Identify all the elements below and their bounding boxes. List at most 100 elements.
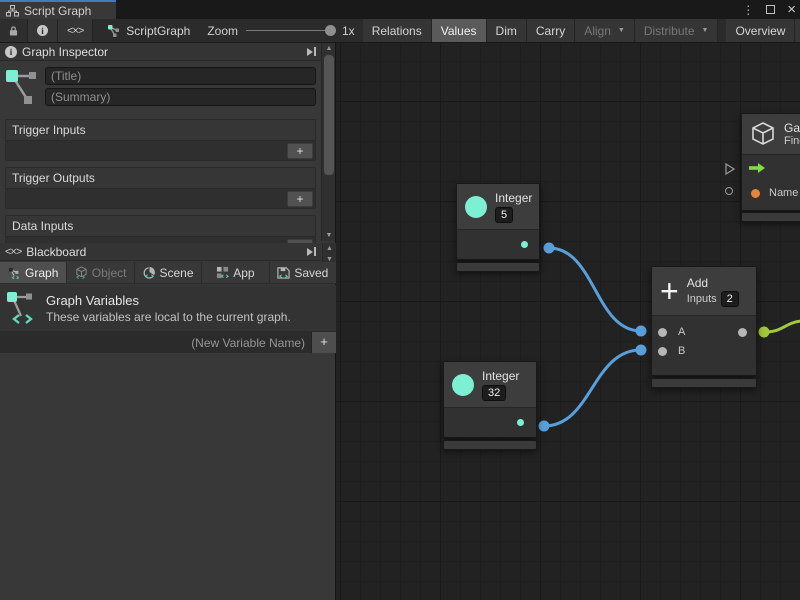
input-port-b[interactable] xyxy=(658,347,667,356)
new-variable-input[interactable] xyxy=(0,332,311,353)
wire-endpoint[interactable] xyxy=(636,345,647,356)
output-port[interactable] xyxy=(738,328,747,337)
toolbar-button-carry[interactable]: Carry xyxy=(527,19,575,42)
toolbar-button-values[interactable]: Values xyxy=(432,19,487,42)
value-port-outline-icon[interactable] xyxy=(725,187,733,195)
wire-endpoint[interactable] xyxy=(539,421,550,432)
inputs-count-field[interactable]: 2 xyxy=(721,291,739,307)
object-tab-icon xyxy=(75,266,88,279)
section-label: Data Inputs xyxy=(6,216,315,236)
script-graph-window: Script Graph ⋮ × i <×> xyxy=(0,0,800,600)
input-port-name[interactable] xyxy=(751,189,760,198)
window-menu-icon[interactable]: ⋮ xyxy=(742,3,754,17)
wire-endpoint[interactable] xyxy=(544,243,555,254)
breadcrumb-scriptgraph[interactable]: ScriptGraph xyxy=(93,19,199,42)
add-operator-icon: + xyxy=(660,279,679,303)
node-title: GameObject xyxy=(784,121,800,135)
toolbar-button-overview[interactable]: Overview xyxy=(726,19,795,42)
wire-integer32-to-b[interactable] xyxy=(544,350,641,426)
port-a-label: A xyxy=(678,326,685,338)
add-variable-button[interactable]: + xyxy=(311,332,336,353)
scroll-up-icon[interactable]: ▲ xyxy=(323,243,336,254)
tab-scene[interactable]: Scene xyxy=(135,262,202,283)
tab-saved[interactable]: Saved xyxy=(270,262,336,283)
lock-icon xyxy=(9,25,18,37)
inspector-scrollbar[interactable]: ▲ ▼ xyxy=(321,43,335,241)
blackboard-title: Blackboard xyxy=(26,245,86,259)
wire-endpoint[interactable] xyxy=(636,326,647,337)
gameobject-cube-icon xyxy=(750,121,776,147)
node-gameobject-find[interactable]: GameObject Find Name xyxy=(741,113,800,211)
integer-value-field[interactable]: 5 xyxy=(495,207,513,223)
node-add[interactable]: + Add Inputs 2 A B xyxy=(651,266,757,376)
close-icon[interactable]: × xyxy=(787,2,796,17)
output-port[interactable] xyxy=(521,241,528,248)
flow-arrow-icon[interactable] xyxy=(749,163,765,173)
section-trigger-outputs: Trigger Outputs + xyxy=(5,167,316,209)
graph-node-icon xyxy=(5,67,39,109)
summary-field[interactable] xyxy=(45,88,316,106)
graph-tab-icon xyxy=(8,267,21,279)
wire-integer5-to-a[interactable] xyxy=(549,248,641,331)
toolbar-button-relations[interactable]: Relations xyxy=(363,19,432,42)
graph-variables-icon xyxy=(6,290,36,328)
node-footer xyxy=(651,378,757,388)
app-tab-icon xyxy=(216,266,229,279)
toolbar-button-dim[interactable]: Dim xyxy=(487,19,527,42)
tab-app[interactable]: App xyxy=(202,262,269,283)
wire-add-output[interactable] xyxy=(764,321,800,332)
node-integer-32[interactable]: Integer 32 xyxy=(443,361,537,438)
lock-button[interactable] xyxy=(0,19,28,42)
hierarchy-icon xyxy=(6,5,19,17)
maximize-icon[interactable] xyxy=(766,5,775,14)
section-label: Trigger Outputs xyxy=(6,168,315,188)
info-icon: i xyxy=(37,25,48,36)
section-list: + xyxy=(6,140,315,160)
zoom-slider-knob[interactable] xyxy=(325,25,336,36)
tab-script-graph[interactable]: Script Graph xyxy=(0,0,116,19)
tab-object[interactable]: Object xyxy=(67,262,134,283)
add-trigger-input-button[interactable]: + xyxy=(287,143,313,159)
zoom-label: Zoom xyxy=(207,24,238,38)
breadcrumb-label: ScriptGraph xyxy=(126,24,190,38)
trigger-port-outline-icon[interactable] xyxy=(724,163,736,175)
dock-panel-icon[interactable] xyxy=(307,47,316,56)
scroll-down-icon[interactable]: ▼ xyxy=(322,230,336,241)
node-footer xyxy=(443,440,537,450)
graph-inspector-header: i Graph Inspector xyxy=(0,43,321,61)
zoom-value: 1x xyxy=(342,24,355,38)
tab-title: Script Graph xyxy=(24,4,91,18)
node-title: Add xyxy=(687,276,708,290)
graph-variables-panel: Graph Variables These variables are loca… xyxy=(0,285,336,332)
info-icon: i xyxy=(5,46,17,58)
graph-toolbar: i <×> ScriptGraph Zoom 1x Relations Valu… xyxy=(0,19,800,43)
add-trigger-output-button[interactable]: + xyxy=(287,191,313,207)
toolbar-button-distribute[interactable]: Distribute▼ xyxy=(635,19,719,42)
scroll-up-icon[interactable]: ▲ xyxy=(322,43,336,54)
toolbar-button-fullscreen[interactable]: Full Screen xyxy=(795,19,800,42)
port-name-label: Name xyxy=(769,187,798,199)
wire-endpoint[interactable] xyxy=(759,327,770,338)
node-footer xyxy=(741,212,800,222)
node-footer xyxy=(456,262,540,272)
scrollbar-thumb[interactable] xyxy=(324,55,334,175)
scriptgraph-icon xyxy=(107,24,122,38)
section-trigger-inputs: Trigger Inputs + xyxy=(5,119,316,161)
tab-graph[interactable]: Graph xyxy=(0,262,67,283)
inspector-toggle-button[interactable]: i xyxy=(28,19,58,42)
new-variable-row: + xyxy=(0,332,336,353)
input-port-a[interactable] xyxy=(658,328,667,337)
output-port[interactable] xyxy=(517,419,524,426)
window-tab-bar: Script Graph ⋮ × xyxy=(0,0,800,19)
zoom-slider[interactable] xyxy=(246,30,334,31)
node-integer-5[interactable]: Integer 5 xyxy=(456,183,540,260)
graph-variables-description: These variables are local to the current… xyxy=(46,310,291,324)
blackboard-tabs: Graph Object Scene xyxy=(0,262,336,284)
blackboard-toggle-button[interactable]: <×> xyxy=(58,19,93,42)
graph-canvas[interactable]: Integer 5 Integer 32 xyxy=(336,43,800,600)
graph-inspector-title: Graph Inspector xyxy=(22,45,108,59)
toolbar-button-align[interactable]: Align▼ xyxy=(575,19,635,42)
title-field[interactable] xyxy=(45,67,316,85)
integer-value-field[interactable]: 32 xyxy=(482,385,506,401)
dock-panel-icon[interactable] xyxy=(307,247,316,256)
